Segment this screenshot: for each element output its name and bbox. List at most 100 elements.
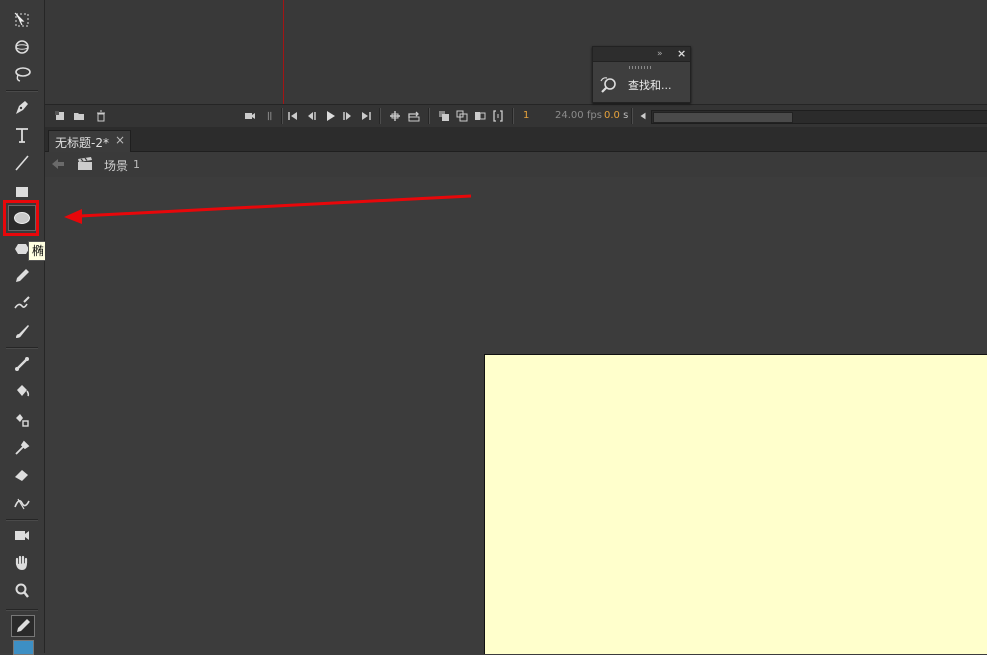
brush-tool[interactable]: [8, 290, 36, 316]
find-replace-button[interactable]: 查找和...: [599, 74, 672, 96]
eyedropper-icon: [15, 440, 30, 455]
skip-forward-icon: [362, 112, 371, 120]
step-forward-icon: [343, 112, 351, 120]
width-tool[interactable]: [8, 490, 36, 516]
ink-bottle-tool[interactable]: [8, 407, 36, 433]
brush-icon: [14, 296, 30, 309]
scroll-left-button[interactable]: [638, 109, 648, 123]
hand-icon: [15, 555, 28, 570]
controls-divider: [281, 108, 283, 124]
hand-tool[interactable]: [8, 550, 36, 576]
camera-tool[interactable]: [8, 522, 36, 548]
tools-divider: [6, 90, 38, 92]
lasso-tool[interactable]: [8, 61, 36, 87]
folder-icon: [74, 113, 84, 120]
center-frame-button[interactable]: [388, 109, 402, 123]
paint-brush-icon: [16, 325, 29, 338]
arrow-left-icon: [52, 159, 64, 169]
back-button[interactable]: [51, 158, 65, 170]
trash-icon: [97, 110, 105, 122]
tools-divider: [6, 519, 38, 521]
camera-icon: [15, 531, 29, 540]
edit-multiple-icon: [475, 112, 486, 120]
3d-rotation-tool[interactable]: [8, 34, 36, 60]
loop-icon: [408, 111, 420, 122]
elapsed-time[interactable]: 0.0 s: [604, 109, 628, 123]
next-frame-button[interactable]: [342, 109, 354, 123]
center-frame-icon: [390, 111, 400, 121]
onion-skin-button[interactable]: [438, 109, 450, 123]
pen-tool[interactable]: [8, 94, 36, 120]
frame-rate[interactable]: 24.00 fps: [555, 109, 602, 123]
document-tab-bar: 无标题-2* ×: [45, 127, 987, 152]
lasso-icon: [15, 67, 31, 82]
controls-divider: [512, 108, 514, 124]
prev-frame-button[interactable]: [305, 109, 317, 123]
scrollbar-thumb[interactable]: [653, 112, 793, 123]
fps-value: 24.00: [555, 110, 584, 121]
camera-toggle-button[interactable]: [243, 109, 257, 123]
stroke-color-button[interactable]: [11, 615, 35, 637]
play-icon: [327, 111, 335, 121]
last-frame-button[interactable]: [360, 109, 372, 123]
panel-header[interactable]: » ×: [593, 47, 690, 62]
annotation-highlight-box: [3, 200, 39, 236]
controls-divider: [379, 108, 381, 124]
eyedropper-tool[interactable]: [8, 435, 36, 461]
zoom-icon: [15, 583, 29, 598]
tools-divider: [6, 609, 38, 611]
scene-icon: [77, 157, 93, 171]
modify-onion-markers-button[interactable]: [492, 109, 504, 123]
eraser-tool[interactable]: [8, 462, 36, 488]
text-tool[interactable]: [8, 122, 36, 148]
panel-grip[interactable]: [629, 66, 651, 69]
current-frame[interactable]: 1: [523, 109, 529, 123]
scene-label[interactable]: 场景: [104, 157, 128, 174]
delete-layer-button[interactable]: [94, 109, 108, 123]
document-tab-title: 无标题-2*: [55, 136, 109, 150]
3d-rotation-icon: [15, 40, 29, 54]
playhead[interactable]: [283, 0, 284, 104]
controls-divider: [428, 108, 430, 124]
rectangle-icon: [16, 187, 28, 197]
time-value: 0.0: [604, 110, 620, 121]
close-tab-icon[interactable]: ×: [115, 133, 125, 147]
onion-skin-icon: [439, 111, 449, 121]
new-folder-button[interactable]: [72, 109, 86, 123]
pencil-icon: [16, 269, 29, 282]
time-unit: s: [623, 110, 629, 121]
find-replace-icon: [600, 77, 616, 93]
pencil-tool[interactable]: [8, 263, 36, 289]
first-frame-button[interactable]: [287, 109, 299, 123]
onion-outline-icon: [456, 110, 468, 122]
stage-canvas[interactable]: [484, 354, 987, 654]
expand-icon[interactable]: »: [657, 47, 663, 61]
selection-tool[interactable]: [8, 7, 36, 33]
play-button[interactable]: [324, 109, 336, 123]
scene-number[interactable]: 1: [133, 158, 140, 171]
bone-tool[interactable]: [8, 351, 36, 377]
controls-divider: [631, 108, 633, 124]
tools-divider: [6, 347, 38, 349]
onion-outline-button[interactable]: [456, 109, 468, 123]
new-layer-button[interactable]: [53, 109, 67, 123]
paint-brush-tool[interactable]: [8, 318, 36, 344]
paint-bucket-icon: [17, 385, 30, 397]
zoom-tool[interactable]: [8, 578, 36, 604]
document-tab[interactable]: 无标题-2* ×: [48, 130, 131, 152]
stage-pasteboard[interactable]: [45, 177, 987, 654]
timeline-scrollbar[interactable]: [651, 110, 987, 124]
edit-multiple-frames-button[interactable]: [474, 109, 486, 123]
paint-bucket-tool[interactable]: [8, 379, 36, 405]
step-back-icon: [308, 112, 316, 120]
pen-icon: [16, 101, 28, 114]
close-icon[interactable]: ×: [677, 47, 686, 61]
text-icon: [16, 128, 28, 143]
bone-icon: [15, 357, 29, 371]
line-tool[interactable]: [8, 150, 36, 176]
timeline-grip-icon: [265, 109, 275, 123]
loop-button[interactable]: [407, 109, 421, 123]
edit-bar: 场景 1: [45, 152, 987, 178]
clapperboard-icon: [78, 157, 92, 170]
line-icon: [15, 155, 29, 171]
